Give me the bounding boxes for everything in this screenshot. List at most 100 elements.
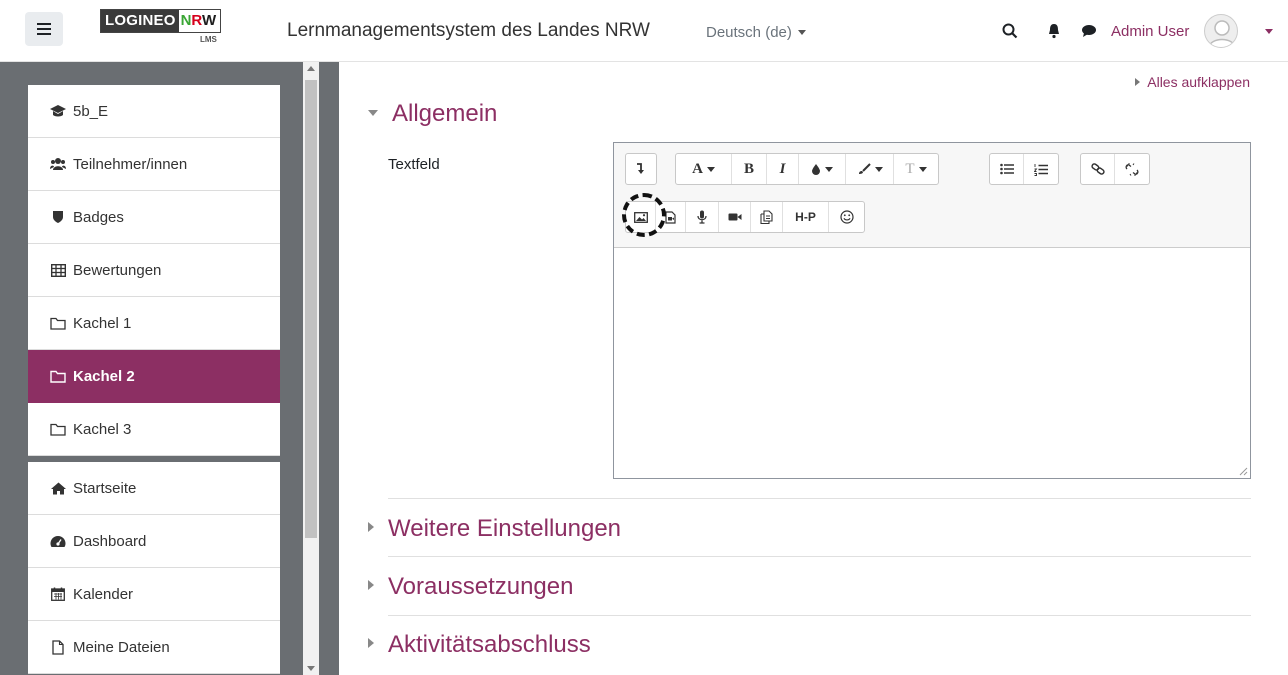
toolbar-group-expand — [625, 153, 657, 185]
section-title: Aktivitätsabschluss — [388, 631, 591, 658]
media-icon — [665, 210, 676, 224]
shield-icon — [53, 211, 63, 223]
drawer-nav-list: 5b_E Teilnehmer/innen Badges Bewertungen… — [28, 85, 280, 674]
drawer-item-label: Bewertungen — [73, 261, 162, 279]
section-restrictions-header[interactable]: Voraussetzungen — [368, 573, 573, 601]
main-content: Alles aufklappen Allgemein Textfeld A B … — [340, 62, 1288, 675]
table-icon — [50, 263, 66, 277]
background-color-icon — [812, 164, 820, 175]
ordered-list-icon — [1034, 163, 1048, 176]
drawer-item-label: Kachel 3 — [73, 420, 132, 438]
show-more-icon — [637, 163, 644, 174]
link-button[interactable] — [1081, 154, 1115, 184]
expand-all-label: Alles aufklappen — [1147, 74, 1250, 90]
scroll-down-icon[interactable] — [307, 666, 315, 671]
drawer-item-calendar[interactable]: Kalender — [28, 568, 280, 621]
section-title: Allgemein — [392, 100, 498, 127]
record-video-icon — [728, 213, 741, 221]
toolbar-group-links — [1080, 153, 1150, 185]
drawer-item-grades[interactable]: Bewertungen — [28, 244, 280, 297]
font-style-button[interactable]: A — [676, 154, 732, 184]
unlink-button[interactable] — [1115, 154, 1149, 184]
bold-button[interactable]: B — [732, 154, 767, 184]
file-icon — [52, 639, 64, 655]
drawer-item-badges[interactable]: Badges — [28, 191, 280, 244]
folder-icon — [50, 370, 66, 383]
scroll-up-icon[interactable] — [307, 66, 315, 71]
logo-subtitle: LMS — [200, 35, 217, 44]
drawer-scrollbar[interactable] — [303, 62, 319, 675]
record-video-button[interactable] — [719, 202, 751, 232]
brush-icon — [857, 163, 871, 174]
background-color-button[interactable] — [799, 154, 846, 184]
ordered-list-button[interactable] — [1024, 154, 1058, 184]
textfield-label: Textfeld — [388, 156, 440, 173]
caret-right-icon — [368, 522, 374, 532]
drawer-item-home[interactable]: Startseite — [28, 462, 280, 515]
dashboard-icon — [50, 535, 66, 547]
calendar-icon — [51, 587, 65, 601]
bell-icon[interactable] — [1045, 22, 1063, 40]
bold-icon: B — [743, 160, 754, 177]
drawer-item-label: Badges — [73, 208, 124, 226]
section-divider — [388, 498, 1251, 499]
user-avatar-icon — [1208, 20, 1236, 47]
logo-text: LOGINEO — [101, 10, 179, 32]
user-name[interactable]: Admin User — [1111, 23, 1189, 40]
user-menu-caret-icon[interactable] — [1265, 29, 1273, 34]
show-more-button[interactable] — [626, 154, 656, 184]
caret-right-icon — [368, 580, 374, 590]
highlight-annotation — [622, 193, 666, 237]
site-name[interactable]: Lernmanagementsystem des Landes NRW — [287, 20, 650, 42]
toolbar-group-lists — [989, 153, 1059, 185]
logo-letter-w: W — [201, 12, 217, 29]
drawer-item-kachel-1[interactable]: Kachel 1 — [28, 297, 280, 350]
section-divider — [388, 615, 1251, 616]
toolbar-group-style: A B I T — [675, 153, 939, 185]
font-size-button[interactable]: T — [894, 154, 938, 184]
font-color-icon: A — [692, 160, 703, 177]
drawer-item-participants[interactable]: Teilnehmer/innen — [28, 138, 280, 191]
text-editor: A B I T H-P — [613, 142, 1251, 479]
caret-right-icon — [1135, 78, 1141, 86]
chevron-down-icon — [825, 166, 833, 172]
nav-drawer: 5b_E Teilnehmer/innen Badges Bewertungen… — [0, 62, 339, 675]
editor-content-area[interactable] — [614, 248, 1250, 478]
manage-files-button[interactable] — [751, 202, 783, 232]
section-more-settings-header[interactable]: Weitere Einstellungen — [368, 515, 621, 543]
section-title: Voraussetzungen — [388, 573, 574, 600]
folder-icon — [50, 317, 66, 330]
unordered-list-button[interactable] — [990, 154, 1024, 184]
section-general-header[interactable]: Allgemein — [368, 100, 497, 128]
record-audio-button[interactable] — [686, 202, 719, 232]
home-icon — [50, 482, 66, 494]
drawer-item-course[interactable]: 5b_E — [28, 85, 280, 138]
chevron-down-icon — [874, 166, 883, 172]
drawer-item-my-files[interactable]: Meine Dateien — [28, 621, 280, 674]
language-menu[interactable]: Deutsch (de) — [706, 24, 806, 41]
drawer-item-dashboard[interactable]: Dashboard — [28, 515, 280, 568]
italic-icon: I — [779, 160, 786, 177]
logo-wordmark: LOGINEO NRW — [100, 9, 222, 33]
scrollbar-thumb[interactable] — [305, 80, 317, 538]
unlink-icon — [1125, 162, 1139, 176]
section-completion-header[interactable]: Aktivitätsabschluss — [368, 631, 591, 659]
expand-all-link[interactable]: Alles aufklappen — [1135, 74, 1250, 90]
brush-button[interactable] — [846, 154, 894, 184]
emoji-button[interactable] — [829, 202, 864, 232]
logo[interactable]: LOGINEO NRW LMS — [100, 9, 232, 45]
drawer-item-kachel-2[interactable]: Kachel 2 — [28, 350, 280, 403]
drawer-item-label: Teilnehmer/innen — [73, 155, 188, 173]
search-icon[interactable] — [1001, 22, 1019, 40]
italic-button[interactable]: I — [767, 154, 799, 184]
unordered-list-icon — [999, 163, 1014, 175]
avatar[interactable] — [1204, 14, 1238, 48]
message-icon[interactable] — [1080, 22, 1098, 40]
menu-toggle-button[interactable] — [25, 12, 63, 46]
caret-down-icon — [368, 110, 378, 116]
drawer-item-label: Dashboard — [73, 532, 147, 550]
h5p-button[interactable]: H-P — [783, 202, 829, 232]
drawer-item-kachel-3[interactable]: Kachel 3 — [28, 403, 280, 456]
resize-handle-icon[interactable] — [1238, 466, 1248, 476]
drawer-item-label: Startseite — [73, 479, 137, 497]
